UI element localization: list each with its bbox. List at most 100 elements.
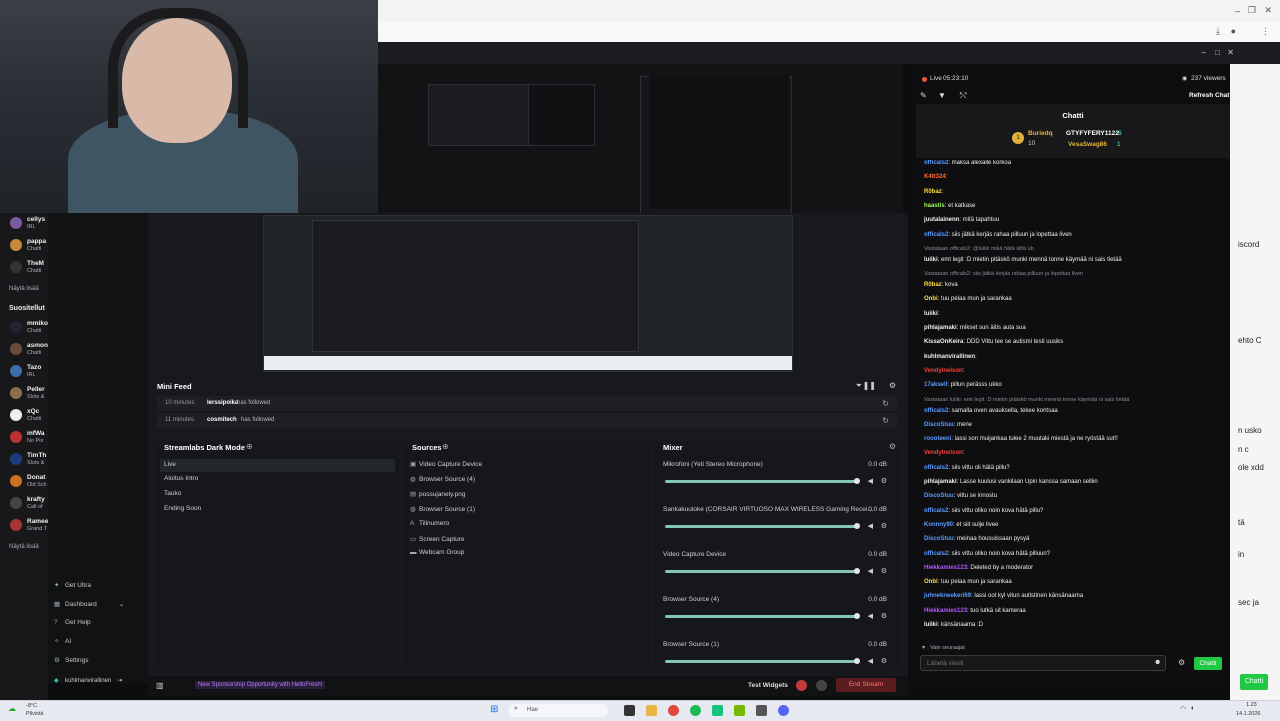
app-icon[interactable] bbox=[712, 705, 723, 716]
sidebar-channel[interactable]: Donat Old Sch bbox=[8, 473, 48, 491]
source-item[interactable]: A Tilinumero bbox=[410, 520, 449, 527]
volume-knob[interactable] bbox=[854, 523, 860, 529]
chat-username[interactable]: Onbi bbox=[924, 579, 938, 585]
gear-icon[interactable]: ⚙ bbox=[881, 567, 887, 575]
gear-icon[interactable]: ⚙ bbox=[881, 522, 887, 530]
promo-banner[interactable]: New Sponsorship Opportunity with HelloFr… bbox=[195, 681, 326, 689]
menu-icon[interactable]: ⋮ bbox=[1261, 26, 1270, 37]
download-icon[interactable]: ⤓ bbox=[1216, 26, 1220, 37]
chat-username[interactable]: officals2 bbox=[924, 160, 948, 166]
chat-username[interactable]: officals2 bbox=[924, 508, 948, 514]
chat-username[interactable]: DiscoStuu bbox=[924, 536, 954, 542]
chat-input[interactable] bbox=[920, 655, 1166, 671]
nvidia-icon[interactable] bbox=[734, 705, 745, 716]
nav-user[interactable]: ◆ kuhlmanvirallinen ⇥ bbox=[54, 677, 122, 684]
volume-knob[interactable] bbox=[854, 478, 860, 484]
volume-knob[interactable] bbox=[854, 568, 860, 574]
discord-icon[interactable] bbox=[778, 705, 789, 716]
close-icon[interactable]: ✕ bbox=[1264, 5, 1272, 16]
replay-icon[interactable]: ↻ bbox=[882, 416, 889, 425]
chat-username[interactable]: luiiki bbox=[924, 257, 938, 263]
source-item[interactable]: ◍ Browser Source (1) bbox=[410, 505, 475, 513]
speaker-icon[interactable]: ◀ bbox=[868, 477, 873, 485]
nav-ai[interactable]: ✧ AI bbox=[54, 637, 71, 645]
emote-icon[interactable]: ☻ bbox=[1154, 659, 1161, 666]
scene-item[interactable]: Ending Soon bbox=[164, 505, 201, 512]
chat-username[interactable]: Onbi bbox=[924, 296, 938, 302]
chat-send-button[interactable]: Chatti bbox=[1240, 674, 1268, 690]
maximize-icon[interactable]: □ bbox=[1215, 48, 1220, 57]
chat-username[interactable]: kuhlmanvirallinen bbox=[924, 354, 975, 360]
chat-username[interactable]: pihlajamaki bbox=[924, 479, 957, 485]
sidebar-channel[interactable]: TimTh Slots & bbox=[8, 451, 48, 469]
sidebar-channel[interactable]: xQc Chatti bbox=[8, 407, 48, 425]
sidebar-channel[interactable]: Tazo IRL bbox=[8, 363, 48, 381]
chat-username[interactable]: luiiki bbox=[924, 622, 938, 628]
task-view-icon[interactable] bbox=[624, 705, 635, 716]
minimize-icon[interactable]: – bbox=[1235, 6, 1240, 16]
chat-username[interactable]: luiiki bbox=[924, 311, 938, 317]
replay-icon[interactable]: ↻ bbox=[882, 399, 889, 408]
file-explorer-icon[interactable] bbox=[646, 705, 657, 716]
pen-icon[interactable]: ✎ bbox=[920, 91, 927, 100]
nav-dashboard[interactable]: ▦ Dashboard ⌄ bbox=[54, 600, 124, 608]
volume-slider[interactable] bbox=[665, 568, 860, 574]
gear-icon[interactable]: ⚙ bbox=[881, 477, 887, 485]
restore-icon[interactable]: ❐ bbox=[1248, 5, 1256, 16]
close-icon[interactable]: ✕ bbox=[1227, 48, 1234, 57]
browser-icon[interactable] bbox=[668, 705, 679, 716]
volume-slider[interactable] bbox=[665, 523, 860, 529]
nav-settings[interactable]: ⚙ Settings bbox=[54, 656, 89, 664]
settings-icon[interactable]: ⚙ bbox=[889, 381, 896, 390]
pause-icon[interactable]: ❚❚ bbox=[863, 381, 876, 390]
sidebar-channel[interactable]: asmon Chatti bbox=[8, 341, 48, 359]
sidebar-channel[interactable]: Ramee Grand T bbox=[8, 517, 48, 535]
gear-icon[interactable]: ⚙ bbox=[881, 657, 887, 665]
taskbar-search[interactable]: ⌕ Hae bbox=[508, 704, 608, 717]
source-item[interactable]: ◍ Browser Source (4) bbox=[410, 475, 475, 483]
sidebar-channel[interactable]: pappa Chatti bbox=[8, 237, 48, 255]
chat-username[interactable]: officals2 bbox=[924, 408, 948, 414]
minimize-icon[interactable]: – bbox=[1202, 48, 1206, 57]
gear-icon[interactable]: ⚙ bbox=[881, 612, 887, 620]
source-item[interactable]: ▭ Screen Capture bbox=[410, 535, 465, 543]
chat-username[interactable]: DiscoStuu bbox=[924, 422, 954, 428]
gear-icon[interactable]: ⚙ bbox=[889, 442, 896, 451]
profile-icon[interactable]: ● bbox=[1231, 26, 1236, 36]
volume-slider[interactable] bbox=[665, 478, 860, 484]
speaker-icon[interactable]: ◀ bbox=[868, 522, 873, 530]
speaker-icon[interactable]: ◀ bbox=[868, 567, 873, 575]
chat-username[interactable]: Hiekkamies123 bbox=[924, 565, 967, 571]
scene-item[interactable]: Tauko bbox=[164, 490, 181, 497]
source-item[interactable]: ▤ possujanely.png bbox=[410, 490, 466, 498]
sidebar-channel[interactable]: Peller Slots & bbox=[8, 385, 48, 403]
record-button[interactable] bbox=[796, 680, 807, 691]
chat-username[interactable]: K4tt324 bbox=[924, 174, 946, 180]
chat-username[interactable]: officals2 bbox=[924, 465, 948, 471]
sidebar-channel[interactable]: mmiko Chatti bbox=[8, 319, 48, 337]
speaker-icon[interactable]: ◀ bbox=[868, 657, 873, 665]
volume-knob[interactable] bbox=[854, 613, 860, 619]
sidebar-channel[interactable]: cellys IRL bbox=[8, 215, 48, 233]
volume-slider[interactable] bbox=[665, 658, 860, 664]
filter-icon[interactable]: ⏷ bbox=[856, 381, 862, 391]
chat-username[interactable]: juhnekneekeri69 bbox=[924, 593, 971, 599]
spotify-icon[interactable] bbox=[690, 705, 701, 716]
app-icon[interactable] bbox=[756, 705, 767, 716]
windows-start-icon[interactable]: ⊞ bbox=[490, 704, 498, 715]
speaker-icon[interactable]: ◀ bbox=[868, 612, 873, 620]
chat-username[interactable]: Vendylnelson bbox=[924, 368, 963, 374]
chat-username[interactable]: R0baz bbox=[924, 282, 942, 288]
chat-username[interactable]: officals2 bbox=[924, 232, 948, 238]
chat-username[interactable]: pihlajamaki bbox=[924, 325, 957, 331]
stats-icon[interactable]: ▥ bbox=[156, 681, 164, 690]
volume-icon[interactable]: ◖ bbox=[1190, 705, 1194, 712]
share-icon[interactable]: ⤲ bbox=[960, 91, 966, 101]
source-item[interactable]: ▬ Webcam Group bbox=[410, 549, 464, 556]
nav-get-ultra[interactable]: ✦ Get Ultra bbox=[54, 581, 91, 589]
show-more-link[interactable]: Näytä lisää bbox=[9, 544, 39, 550]
sidebar-channel[interactable]: mfWa No Pix bbox=[8, 429, 48, 447]
sidebar-channel[interactable]: TheM Chatti bbox=[8, 259, 48, 277]
scene-item[interactable]: Live bbox=[164, 461, 176, 468]
chat-username[interactable]: Vendylnelson bbox=[924, 450, 963, 456]
